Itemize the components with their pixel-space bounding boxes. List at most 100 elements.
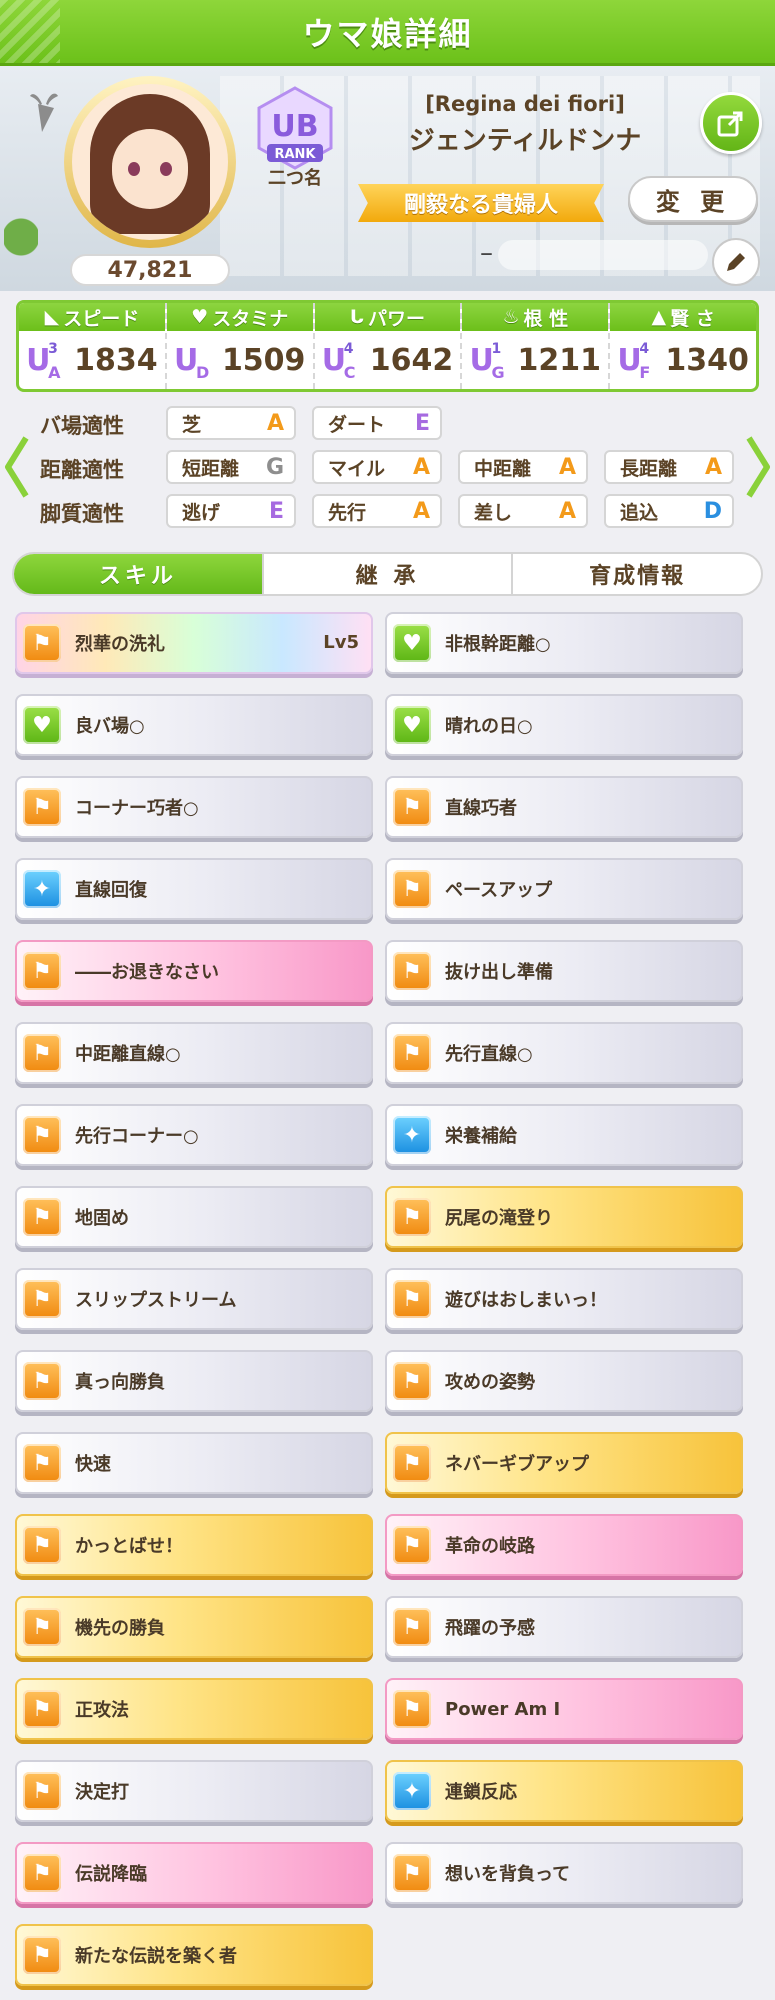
rank-word: RANK	[274, 147, 316, 162]
character-portrait-frame[interactable]	[64, 76, 236, 248]
aptitude-name: 先行	[328, 501, 367, 524]
rank-badge-icon: UB RANK	[257, 86, 333, 170]
skill-card[interactable]: ♥ 非根幹距離○	[385, 612, 743, 674]
portrait-face	[112, 129, 188, 209]
skill-card[interactable]: ⚑ 想いを背負って	[385, 1842, 743, 1904]
aptitude-item: 逃げ E	[166, 494, 296, 528]
stat-value: 1642	[369, 342, 454, 378]
skill-orange-icon: ⚑	[393, 1198, 431, 1236]
stat-rank: U4C	[321, 340, 356, 382]
skill-card[interactable]: ⚑ 伝説降臨	[15, 1842, 373, 1904]
skill-name: 抜け出し準備	[445, 962, 553, 983]
stat-value: 1509	[221, 342, 306, 378]
skill-card[interactable]: ⚑ かっとばせ！	[15, 1514, 373, 1576]
aptitude-name: 芝	[182, 413, 202, 436]
skill-blue-icon: ✦	[393, 1772, 431, 1810]
skill-card[interactable]: ♥ 晴れの日○	[385, 694, 743, 756]
skill-name: 尻尾の滝登り	[445, 1208, 553, 1229]
skill-card[interactable]: ✦ 直線回復	[15, 858, 373, 920]
skill-name: 栄養補給	[445, 1126, 517, 1147]
page-title: ウマ娘詳細	[302, 14, 473, 53]
change-button[interactable]: 変 更	[628, 176, 758, 222]
skill-green-icon: ♥	[393, 706, 431, 744]
aptitude-name: 追込	[620, 501, 659, 524]
skill-name: 烈華の洗礼	[75, 634, 165, 655]
character-name: ジェンティルドンナ	[408, 126, 642, 156]
aptitude-grade: A	[558, 498, 576, 524]
stat-speed: ◣ スピード U3A 1834	[19, 303, 167, 389]
aptitude-name: マイル	[328, 457, 386, 480]
skill-orange-icon: ⚑	[23, 788, 61, 826]
skill-orange-icon: ⚑	[23, 1198, 61, 1236]
skill-card[interactable]: ⚑ スリップストリーム	[15, 1268, 373, 1330]
skill-orange-icon: ⚑	[23, 1690, 61, 1728]
skill-card[interactable]: ⚑ 烈華の洗礼 Lv5	[15, 612, 373, 674]
skill-card[interactable]: ⚑ 直線巧者	[385, 776, 743, 838]
skill-name: 中距離直線○	[75, 1044, 181, 1065]
tab-inheritance[interactable]: 継 承	[264, 554, 514, 594]
skill-card[interactable]: ⚑ ネバーギブアップ	[385, 1432, 743, 1494]
skill-green-icon: ♥	[23, 706, 61, 744]
skill-card[interactable]: ⚑ 革命の岐路	[385, 1514, 743, 1576]
skill-card[interactable]: ⚑ 正攻法	[15, 1678, 373, 1740]
aptitude-item: 先行 A	[312, 494, 442, 528]
rank-badge-text: UB	[271, 109, 318, 144]
title-bar: ウマ娘詳細	[0, 0, 775, 66]
skill-card[interactable]: ⚑ 地固め	[15, 1186, 373, 1248]
rank-label: 二つ名	[268, 168, 322, 189]
skill-card[interactable]: ⚑ 抜け出し準備	[385, 940, 743, 1002]
support-bar	[498, 240, 708, 270]
skill-card[interactable]: ⚑ 攻めの姿勢	[385, 1350, 743, 1412]
tab-skills[interactable]: スキル	[14, 554, 264, 594]
skill-card[interactable]: ⚑ 尻尾の滝登り	[385, 1186, 743, 1248]
skill-card[interactable]: ♥ 良バ場○	[15, 694, 373, 756]
skill-card[interactable]: ⚑ 快速	[15, 1432, 373, 1494]
aptitude-row: 脚質適性 逃げ E 先行 A 差し A 追込 D	[0, 494, 775, 532]
stat-label: パワー	[368, 307, 426, 330]
edit-button[interactable]	[712, 238, 760, 286]
skill-name: 想いを背負って	[445, 1864, 571, 1885]
skill-name: Power Am I	[445, 1698, 561, 1720]
skill-card[interactable]: ⚑ Power Am I	[385, 1678, 743, 1740]
aptitude-name: 中距離	[474, 457, 532, 480]
share-button[interactable]	[700, 92, 762, 154]
header-stripes	[0, 0, 60, 63]
portrait-eye	[160, 162, 172, 176]
skill-name: 晴れの日○	[445, 716, 533, 737]
skill-card[interactable]: ✦ 連鎖反応	[385, 1760, 743, 1822]
tab-training-info[interactable]: 育成情報	[513, 554, 761, 594]
skill-orange-icon: ⚑	[23, 1116, 61, 1154]
skill-blue-icon: ✦	[393, 1116, 431, 1154]
profile-panel: 47,821 UB RANK 二つ名 [Regina dei fiori] ジェ…	[0, 66, 775, 291]
skill-card[interactable]: ⚑ コーナー巧者○	[15, 776, 373, 838]
support-value: –	[480, 238, 493, 268]
stat-label: スピード	[63, 307, 140, 330]
skill-card[interactable]: ⚑ 先行直線○	[385, 1022, 743, 1084]
skill-card[interactable]: ⚑ 飛躍の予感	[385, 1596, 743, 1658]
aptitude-grade: A	[412, 454, 430, 480]
aptitude-grade: A	[704, 454, 722, 480]
skill-orange-icon: ⚑	[23, 1936, 61, 1974]
skill-orange-icon: ⚑	[23, 1280, 61, 1318]
stat-rank: U4F	[617, 340, 651, 382]
character-portrait	[72, 84, 228, 240]
skill-card[interactable]: ⚑ 遊びはおしまいっ！	[385, 1268, 743, 1330]
skill-card[interactable]: ⚑ ペースアップ	[385, 858, 743, 920]
skill-card[interactable]: ⚑ 新たな伝説を築く者	[15, 1924, 373, 1986]
skill-name: スリップストリーム	[75, 1290, 237, 1311]
pencil-icon	[727, 253, 745, 271]
stat-label: スタミナ	[212, 307, 289, 330]
skill-orange-icon: ⚑	[393, 1526, 431, 1564]
skill-orange-icon: ⚑	[393, 1690, 431, 1728]
skill-card[interactable]: ⚑ 機先の勝負	[15, 1596, 373, 1658]
carrot-icon[interactable]	[24, 86, 64, 136]
skill-card[interactable]: ⚑ 先行コーナー○	[15, 1104, 373, 1166]
skill-card[interactable]: ⚑ 真っ向勝負	[15, 1350, 373, 1412]
skill-name: 連鎖反応	[445, 1782, 517, 1803]
skill-card[interactable]: ⚑ 中距離直線○	[15, 1022, 373, 1084]
skill-name: 快速	[75, 1454, 111, 1475]
outfit-title: [Regina dei fiori]	[425, 92, 625, 116]
skill-card[interactable]: ⚑ 決定打	[15, 1760, 373, 1822]
skill-card[interactable]: ✦ 栄養補給	[385, 1104, 743, 1166]
skill-card[interactable]: ⚑ ――お退きなさい	[15, 940, 373, 1002]
